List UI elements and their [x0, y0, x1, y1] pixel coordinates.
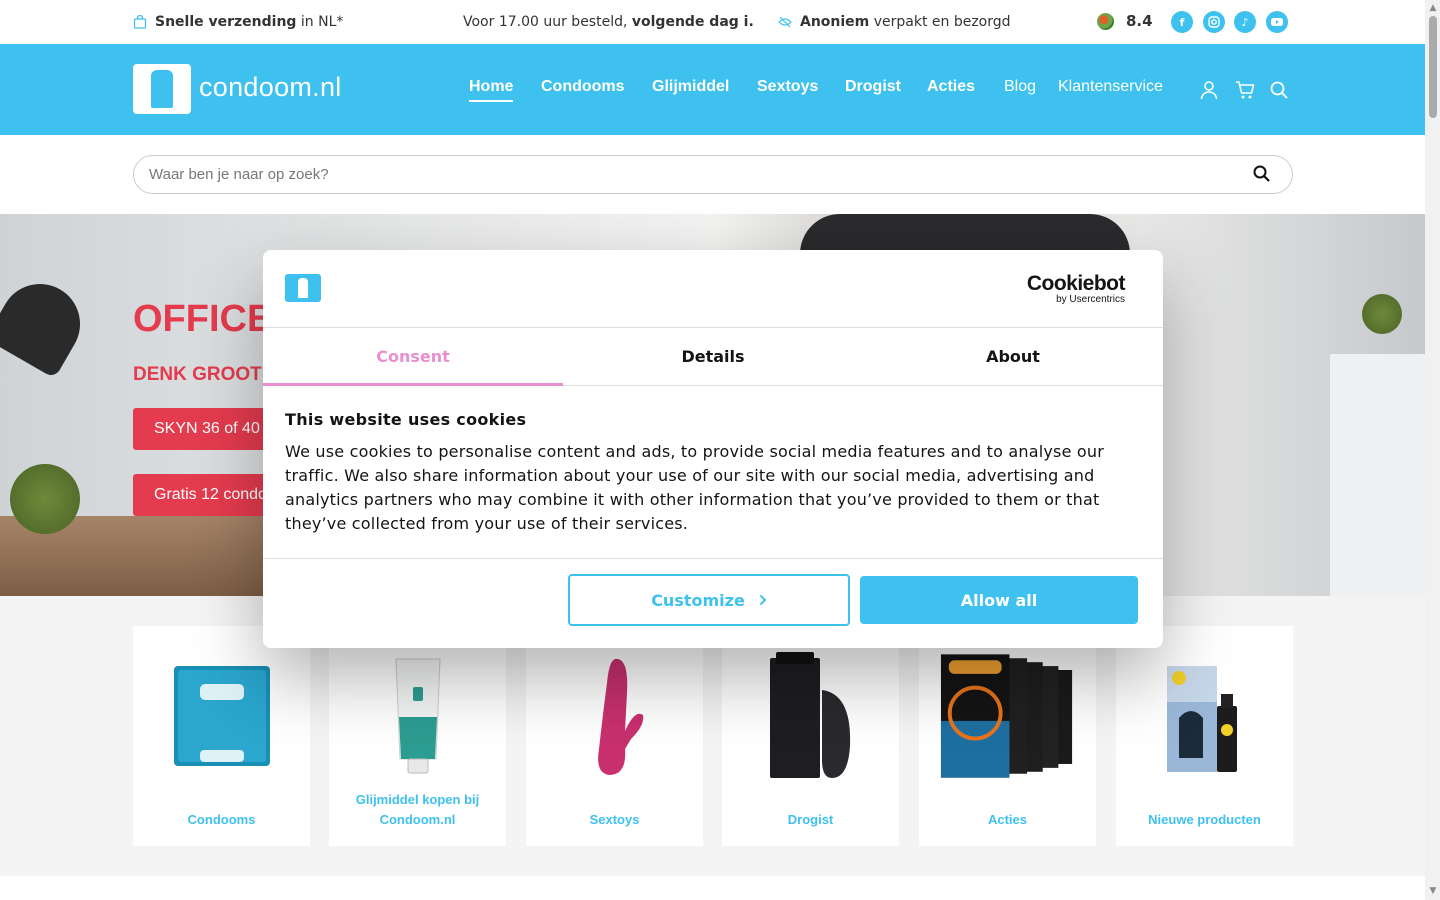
- site-logo-icon: [285, 274, 321, 302]
- cookie-heading: This website uses cookies: [285, 410, 527, 429]
- tab-consent[interactable]: Consent: [263, 328, 563, 386]
- scroll-down-arrow-icon[interactable]: ▼: [1428, 886, 1438, 896]
- allow-all-button[interactable]: Allow all: [860, 576, 1138, 624]
- customize-label: Customize: [651, 590, 745, 610]
- cookie-consent-dialog: Cookiebot by Usercentrics Consent Detail…: [263, 250, 1163, 648]
- scroll-thumb[interactable]: [1429, 16, 1437, 118]
- tab-about[interactable]: About: [863, 328, 1163, 385]
- cookie-footer-divider: [263, 558, 1163, 559]
- customize-button[interactable]: Customize: [568, 574, 850, 626]
- scroll-up-arrow-icon[interactable]: ▲: [1428, 3, 1438, 13]
- cookiebot-brand: Cookiebot: [1026, 272, 1126, 295]
- cookie-description: We use cookies to personalise content an…: [285, 442, 1105, 533]
- tab-details[interactable]: Details: [563, 328, 863, 385]
- page-scrollbar[interactable]: [1425, 0, 1440, 900]
- cookie-tabs: Consent Details About: [263, 327, 1163, 386]
- cookiebot-logo[interactable]: Cookiebot by Usercentrics: [1026, 272, 1126, 305]
- chevron-right-icon: [759, 594, 767, 606]
